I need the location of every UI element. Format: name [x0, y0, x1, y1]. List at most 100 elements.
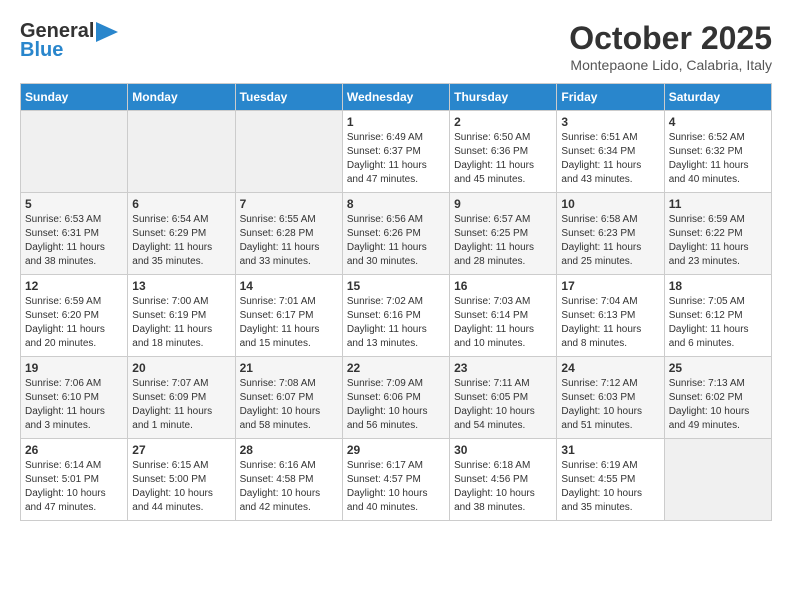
calendar-cell — [664, 439, 771, 521]
day-info: Sunrise: 6:59 AM Sunset: 6:22 PM Dayligh… — [669, 213, 767, 269]
day-number: 22 — [347, 361, 445, 375]
calendar-cell: 5 Sunrise: 6:53 AM Sunset: 6:31 PM Daylig… — [21, 193, 128, 275]
calendar-cell: 23 Sunrise: 7:11 AM Sunset: 6:05 PM Dayli… — [450, 357, 557, 439]
day-info: Sunrise: 6:49 AM Sunset: 6:37 PM Dayligh… — [347, 131, 445, 187]
day-info: Sunrise: 7:03 AM Sunset: 6:14 PM Dayligh… — [454, 295, 552, 351]
day-info: Sunrise: 6:15 AM Sunset: 5:00 PM Dayligh… — [132, 459, 230, 515]
calendar-cell: 2 Sunrise: 6:50 AM Sunset: 6:36 PM Daylig… — [450, 111, 557, 193]
calendar-cell: 11 Sunrise: 6:59 AM Sunset: 6:22 PM Dayli… — [664, 193, 771, 275]
location-subtitle: Montepaone Lido, Calabria, Italy — [569, 57, 772, 73]
day-info: Sunrise: 6:58 AM Sunset: 6:23 PM Dayligh… — [561, 213, 659, 269]
day-info: Sunrise: 7:00 AM Sunset: 6:19 PM Dayligh… — [132, 295, 230, 351]
calendar-cell: 30 Sunrise: 6:18 AM Sunset: 4:56 PM Dayli… — [450, 439, 557, 521]
day-number: 30 — [454, 443, 552, 457]
day-info: Sunrise: 6:16 AM Sunset: 4:58 PM Dayligh… — [240, 459, 338, 515]
day-number: 29 — [347, 443, 445, 457]
header-sunday: Sunday — [21, 84, 128, 111]
day-number: 6 — [132, 197, 230, 211]
day-number: 28 — [240, 443, 338, 457]
day-number: 16 — [454, 279, 552, 293]
title-block: October 2025 Montepaone Lido, Calabria, … — [569, 20, 772, 73]
calendar-cell: 7 Sunrise: 6:55 AM Sunset: 6:28 PM Daylig… — [235, 193, 342, 275]
day-number: 21 — [240, 361, 338, 375]
day-number: 25 — [669, 361, 767, 375]
page-header: General Blue October 2025 Montepaone Lid… — [20, 20, 772, 73]
day-info: Sunrise: 6:17 AM Sunset: 4:57 PM Dayligh… — [347, 459, 445, 515]
calendar-cell: 27 Sunrise: 6:15 AM Sunset: 5:00 PM Dayli… — [128, 439, 235, 521]
logo: General Blue — [20, 20, 118, 62]
day-number: 27 — [132, 443, 230, 457]
day-number: 31 — [561, 443, 659, 457]
day-number: 8 — [347, 197, 445, 211]
day-number: 26 — [25, 443, 123, 457]
day-number: 24 — [561, 361, 659, 375]
calendar-cell: 26 Sunrise: 6:14 AM Sunset: 5:01 PM Dayli… — [21, 439, 128, 521]
day-number: 13 — [132, 279, 230, 293]
day-number: 15 — [347, 279, 445, 293]
calendar-cell — [235, 111, 342, 193]
day-info: Sunrise: 7:13 AM Sunset: 6:02 PM Dayligh… — [669, 377, 767, 433]
day-info: Sunrise: 6:50 AM Sunset: 6:36 PM Dayligh… — [454, 131, 552, 187]
day-number: 2 — [454, 115, 552, 129]
calendar-cell: 8 Sunrise: 6:56 AM Sunset: 6:26 PM Daylig… — [342, 193, 449, 275]
logo-icon — [96, 22, 118, 42]
day-number: 23 — [454, 361, 552, 375]
calendar-week-4: 19 Sunrise: 7:06 AM Sunset: 6:10 PM Dayli… — [21, 357, 772, 439]
day-number: 14 — [240, 279, 338, 293]
header-friday: Friday — [557, 84, 664, 111]
day-info: Sunrise: 6:53 AM Sunset: 6:31 PM Dayligh… — [25, 213, 123, 269]
day-number: 5 — [25, 197, 123, 211]
header-tuesday: Tuesday — [235, 84, 342, 111]
day-number: 18 — [669, 279, 767, 293]
header-saturday: Saturday — [664, 84, 771, 111]
calendar-cell: 22 Sunrise: 7:09 AM Sunset: 6:06 PM Dayli… — [342, 357, 449, 439]
calendar-cell: 3Sunrise: 6:51 AM Sunset: 6:34 PM Daylig… — [557, 111, 664, 193]
calendar-week-3: 12 Sunrise: 6:59 AM Sunset: 6:20 PM Dayli… — [21, 275, 772, 357]
calendar-cell: 12 Sunrise: 6:59 AM Sunset: 6:20 PM Dayli… — [21, 275, 128, 357]
day-number: 12 — [25, 279, 123, 293]
calendar-week-1: 1Sunrise: 6:49 AM Sunset: 6:37 PM Daylig… — [21, 111, 772, 193]
calendar-cell: 4 Sunrise: 6:52 AM Sunset: 6:32 PM Daylig… — [664, 111, 771, 193]
header-monday: Monday — [128, 84, 235, 111]
day-info: Sunrise: 7:05 AM Sunset: 6:12 PM Dayligh… — [669, 295, 767, 351]
day-number: 11 — [669, 197, 767, 211]
day-info: Sunrise: 6:54 AM Sunset: 6:29 PM Dayligh… — [132, 213, 230, 269]
calendar-cell: 6 Sunrise: 6:54 AM Sunset: 6:29 PM Daylig… — [128, 193, 235, 275]
day-info: Sunrise: 6:59 AM Sunset: 6:20 PM Dayligh… — [25, 295, 123, 351]
calendar-cell: 24 Sunrise: 7:12 AM Sunset: 6:03 PM Dayli… — [557, 357, 664, 439]
day-info: Sunrise: 7:12 AM Sunset: 6:03 PM Dayligh… — [561, 377, 659, 433]
day-number: 7 — [240, 197, 338, 211]
day-info: Sunrise: 6:56 AM Sunset: 6:26 PM Dayligh… — [347, 213, 445, 269]
calendar-cell: 9Sunrise: 6:57 AM Sunset: 6:25 PM Daylig… — [450, 193, 557, 275]
calendar-cell: 17 Sunrise: 7:04 AM Sunset: 6:13 PM Dayli… — [557, 275, 664, 357]
day-info: Sunrise: 7:08 AM Sunset: 6:07 PM Dayligh… — [240, 377, 338, 433]
logo-blue: Blue — [20, 39, 63, 62]
header-wednesday: Wednesday — [342, 84, 449, 111]
calendar-cell — [21, 111, 128, 193]
day-info: Sunrise: 6:51 AM Sunset: 6:34 PM Dayligh… — [561, 131, 659, 187]
day-info: Sunrise: 6:14 AM Sunset: 5:01 PM Dayligh… — [25, 459, 123, 515]
day-number: 19 — [25, 361, 123, 375]
calendar-cell: 1Sunrise: 6:49 AM Sunset: 6:37 PM Daylig… — [342, 111, 449, 193]
day-info: Sunrise: 6:52 AM Sunset: 6:32 PM Dayligh… — [669, 131, 767, 187]
calendar-cell: 13 Sunrise: 7:00 AM Sunset: 6:19 PM Dayli… — [128, 275, 235, 357]
day-info: Sunrise: 7:06 AM Sunset: 6:10 PM Dayligh… — [25, 377, 123, 433]
day-info: Sunrise: 6:55 AM Sunset: 6:28 PM Dayligh… — [240, 213, 338, 269]
calendar-week-2: 5 Sunrise: 6:53 AM Sunset: 6:31 PM Daylig… — [21, 193, 772, 275]
day-info: Sunrise: 7:09 AM Sunset: 6:06 PM Dayligh… — [347, 377, 445, 433]
calendar-cell: 20Sunrise: 7:07 AM Sunset: 6:09 PM Dayli… — [128, 357, 235, 439]
day-number: 17 — [561, 279, 659, 293]
day-info: Sunrise: 7:11 AM Sunset: 6:05 PM Dayligh… — [454, 377, 552, 433]
calendar-cell: 19 Sunrise: 7:06 AM Sunset: 6:10 PM Dayli… — [21, 357, 128, 439]
calendar-cell: 16 Sunrise: 7:03 AM Sunset: 6:14 PM Dayli… — [450, 275, 557, 357]
day-info: Sunrise: 6:18 AM Sunset: 4:56 PM Dayligh… — [454, 459, 552, 515]
day-number: 20 — [132, 361, 230, 375]
day-info: Sunrise: 7:04 AM Sunset: 6:13 PM Dayligh… — [561, 295, 659, 351]
calendar-cell: 10 Sunrise: 6:58 AM Sunset: 6:23 PM Dayli… — [557, 193, 664, 275]
calendar-week-5: 26 Sunrise: 6:14 AM Sunset: 5:01 PM Dayli… — [21, 439, 772, 521]
calendar-cell: 15Sunrise: 7:02 AM Sunset: 6:16 PM Dayli… — [342, 275, 449, 357]
calendar-cell: 14Sunrise: 7:01 AM Sunset: 6:17 PM Dayli… — [235, 275, 342, 357]
calendar-cell: 29 Sunrise: 6:17 AM Sunset: 4:57 PM Dayli… — [342, 439, 449, 521]
day-number: 10 — [561, 197, 659, 211]
day-number: 4 — [669, 115, 767, 129]
